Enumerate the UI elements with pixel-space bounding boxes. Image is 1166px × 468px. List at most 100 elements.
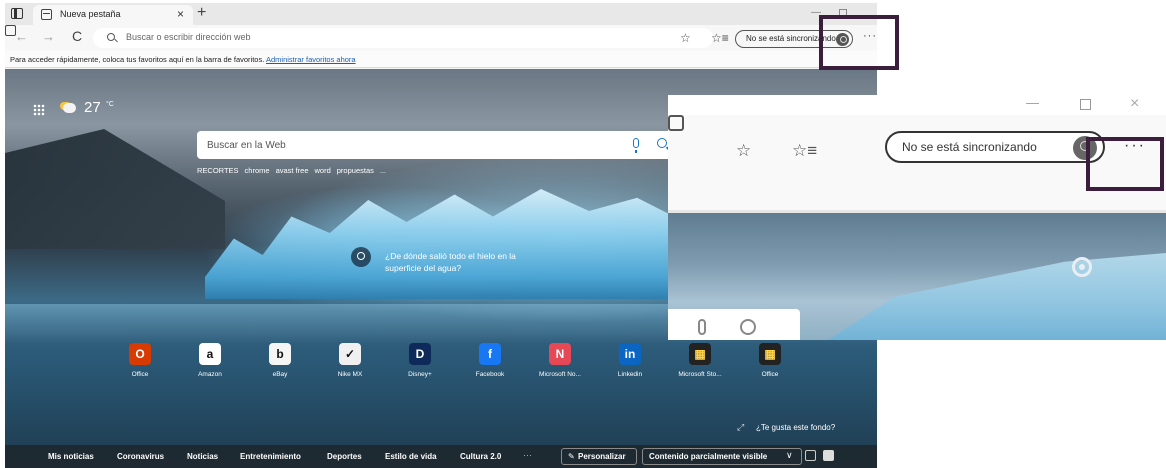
gear-icon: [1072, 257, 1092, 277]
zoom-background: [668, 213, 1166, 340]
news-tab-coronavirus[interactable]: Coronavirus: [117, 452, 164, 461]
tile-label: Office: [761, 371, 779, 378]
disney-plus-icon: D: [409, 343, 431, 365]
new-tab-button[interactable]: +: [197, 4, 206, 22]
tile-label: Amazon: [198, 371, 222, 378]
content-visibility-label: Contenido parcialmente visible: [649, 452, 768, 461]
news-tab-lifestyle[interactable]: Estilo de vida: [385, 452, 437, 461]
news-tab-sports[interactable]: Deportes: [327, 452, 362, 461]
ebay-icon: b: [269, 343, 291, 365]
add-favorite-icon[interactable]: ☆: [680, 31, 691, 45]
recent-search-item[interactable]: RECORTES: [197, 166, 239, 175]
weather-icon[interactable]: [63, 103, 76, 113]
highlight-box-zoomed-settings: [1086, 137, 1164, 191]
image-info-icon[interactable]: [351, 247, 371, 267]
recent-search-item[interactable]: word: [315, 166, 331, 175]
tab-title: Nueva pestaña: [60, 9, 121, 19]
background-glacier: [205, 189, 685, 299]
recent-searches: RECORTES chrome avast free word propuest…: [197, 166, 386, 175]
recent-search-item[interactable]: avast free: [276, 166, 309, 175]
pencil-icon: ✎: [568, 452, 575, 461]
news-tab-entertainment[interactable]: Entretenimiento: [240, 452, 301, 461]
news-more-button[interactable]: ···: [523, 450, 532, 460]
browser-toolbar: ← → C Buscar o escribir dirección web ☆ …: [5, 25, 877, 51]
favorites-bar-message: Para acceder rápidamente, coloca tus fav…: [10, 55, 356, 64]
favorites-bar-text: Para acceder rápidamente, coloca tus fav…: [10, 55, 265, 64]
tile-label: Microsoft Sto...: [678, 371, 722, 378]
search-icon: [107, 33, 115, 41]
web-search-placeholder: Buscar en la Web: [207, 140, 286, 151]
tab-actions-icon[interactable]: [11, 8, 23, 19]
manage-favorites-link[interactable]: Administrar favoritos ahora: [266, 55, 356, 64]
zoom-minimize-icon: —: [1026, 95, 1039, 110]
office-icon: O: [129, 343, 151, 365]
amazon-icon: a: [199, 343, 221, 365]
close-tab-button[interactable]: ×: [177, 7, 184, 21]
top-site-tile[interactable]: ▦ Office: [735, 343, 805, 378]
news-tab-my-news[interactable]: Mis noticias: [48, 452, 94, 461]
favorites-bar: Para acceder rápidamente, coloca tus fav…: [5, 51, 877, 68]
background-feedback-link[interactable]: ¿Te gusta este fondo?: [756, 423, 835, 432]
zoom-favorites-icon: ☆≡: [792, 141, 818, 160]
microphone-icon[interactable]: [633, 138, 639, 153]
recent-search-more[interactable]: ...: [380, 166, 386, 175]
news-navigation-bar: Mis noticias Coronavirus Noticias Entret…: [5, 445, 877, 468]
search-icon[interactable]: [657, 138, 667, 148]
list-view-icon[interactable]: [823, 450, 834, 461]
zoom-profile-sync-button: No se está sincronizando: [885, 131, 1105, 163]
tab-new-tab[interactable]: Nueva pestaña ×: [33, 5, 193, 25]
top-site-tile[interactable]: N Microsoft No...: [525, 343, 595, 378]
news-tab-culture[interactable]: Cultura 2.0: [460, 452, 501, 461]
zoom-add-favorite-icon: ☆: [736, 141, 752, 160]
weather-temperature[interactable]: 27: [84, 99, 101, 116]
image-info-text[interactable]: ¿De dónde salió todo el hielo en la supe…: [385, 250, 545, 274]
tab-bar: Nueva pestaña × + —: [5, 3, 877, 25]
personalize-button[interactable]: ✎ Personalizar: [561, 448, 637, 465]
news-tab-news[interactable]: Noticias: [187, 452, 218, 461]
address-bar[interactable]: Buscar o escribir dirección web: [93, 28, 713, 48]
microsoft-news-icon: N: [549, 343, 571, 365]
forward-button[interactable]: →: [42, 29, 55, 44]
top-site-tile[interactable]: D Disney+: [385, 343, 455, 378]
expand-icon[interactable]: ⤢: [737, 422, 744, 433]
new-tab-page-icon: [41, 9, 52, 20]
personalize-label: Personalizar: [578, 452, 626, 461]
top-site-tile[interactable]: f Facebook: [455, 343, 525, 378]
zoom-toolbar: ☆ ☆≡ No se está sincronizando ···: [668, 115, 1166, 210]
tile-label: Microsoft No...: [539, 371, 581, 378]
back-button[interactable]: ←: [15, 29, 28, 44]
zoom-inset: — × ☆ ☆≡ No se está sincronizando ···: [668, 95, 1166, 340]
top-site-tile[interactable]: ✓ Nike MX: [315, 343, 385, 378]
linkedin-icon: in: [619, 343, 641, 365]
favorites-icon[interactable]: ☆≡: [711, 31, 729, 45]
zoom-search-icon: [740, 319, 756, 335]
refresh-button[interactable]: C: [72, 28, 82, 44]
grid-view-icon[interactable]: [805, 450, 816, 461]
top-site-tile[interactable]: a Amazon: [175, 343, 245, 378]
zoom-glacier: [828, 253, 1166, 340]
recent-search-item[interactable]: propuestas: [337, 166, 374, 175]
top-site-tile[interactable]: O Office: [105, 343, 175, 378]
tile-label: eBay: [272, 371, 288, 378]
facebook-icon: f: [479, 343, 501, 365]
chevron-down-icon: ∨: [786, 450, 793, 460]
top-site-tile[interactable]: b eBay: [245, 343, 315, 378]
weather-unit: °C: [106, 101, 114, 108]
top-site-tile[interactable]: in Linkedin: [595, 343, 665, 378]
app-launcher-icon[interactable]: [33, 104, 45, 116]
top-site-tile[interactable]: ▦ Microsoft Sto...: [665, 343, 735, 378]
microsoft-store-icon: ▦: [689, 343, 711, 365]
zoom-window-controls: — ×: [668, 95, 1166, 115]
zoom-microphone-icon: [698, 319, 706, 335]
web-search-input[interactable]: Buscar en la Web: [197, 131, 679, 159]
content-visibility-dropdown[interactable]: Contenido parcialmente visible ∨: [642, 448, 802, 465]
zoom-sync-status-label: No se está sincronizando: [902, 140, 1037, 154]
tile-label: Office: [131, 371, 149, 378]
recent-search-item[interactable]: chrome: [245, 166, 270, 175]
highlight-box-settings: [819, 15, 899, 70]
tile-label: Linkedin: [617, 371, 643, 378]
tile-label: Facebook: [475, 371, 505, 378]
tile-label: Disney+: [408, 371, 432, 378]
zoom-maximize-icon: [1080, 99, 1091, 110]
screenshot-stage: Nueva pestaña × + — ← → C Buscar o escri…: [0, 0, 1166, 468]
